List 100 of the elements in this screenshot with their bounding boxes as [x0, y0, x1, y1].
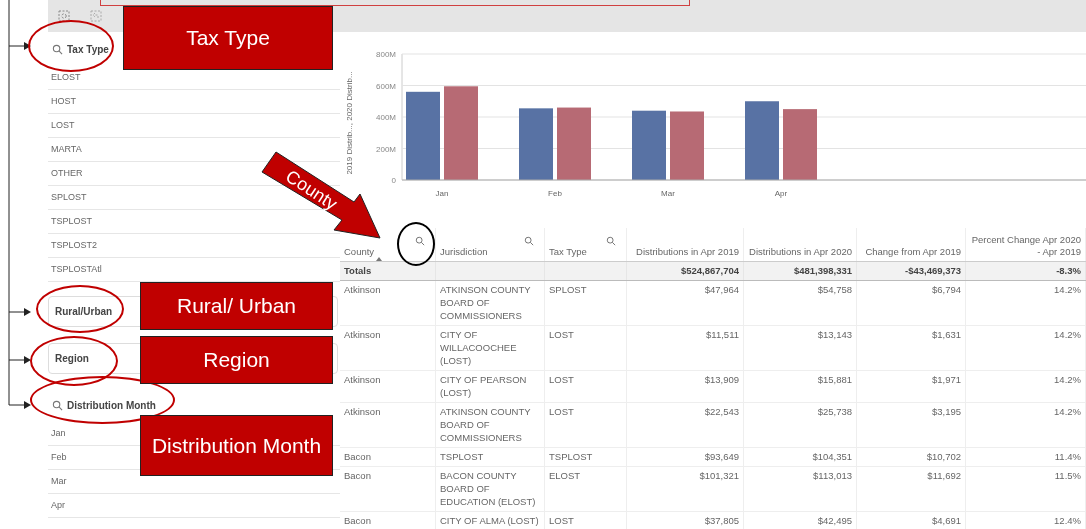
table-cell: $93,649 — [704, 451, 739, 463]
bar — [670, 111, 704, 180]
y-tick-label: 800M — [376, 50, 396, 59]
table-cell: 11.4% — [1054, 451, 1081, 463]
table-cell: $113,013 — [813, 470, 852, 482]
table-cell: 14.2% — [1054, 406, 1081, 418]
bar — [783, 109, 817, 180]
y-axis-title: 2019 Distrib..., 2020 Distrib... — [345, 71, 354, 175]
column-header[interactable]: Change from Apr 2019 — [865, 246, 961, 258]
totals-cell: $524,867,704 — [680, 265, 739, 276]
totals-cell: Totals — [344, 265, 372, 276]
callout-label: Distribution Month — [140, 415, 333, 476]
search-icon[interactable] — [606, 236, 616, 246]
search-icon[interactable] — [52, 399, 63, 411]
totals-cell: -$43,469,373 — [905, 265, 961, 276]
x-tick-label: Apr — [774, 189, 788, 198]
table-cell: $101,321 — [699, 470, 739, 482]
table-cell: 14.2% — [1054, 284, 1081, 296]
table-cell: 14.2% — [1054, 374, 1081, 386]
callout-label: Region — [140, 336, 333, 384]
filter-list-item[interactable]: OTHER — [51, 166, 83, 181]
y-tick-label: 400M — [376, 113, 396, 122]
column-header[interactable]: Percent Change Apr 2020 - Apr 2019 — [970, 234, 1081, 258]
table-cell: $6,794 — [931, 284, 961, 296]
table-cell: $25,738 — [817, 406, 852, 418]
filter-dropdown[interactable]: Rural/Urban — [55, 304, 113, 319]
y-tick-label: 600M — [376, 81, 396, 91]
table-cell: Bacon — [344, 470, 371, 482]
column-header[interactable]: Distributions in Apr 2020 — [749, 246, 852, 258]
table-cell: ELOST — [549, 470, 581, 482]
table-cell: SPLOST — [549, 284, 587, 296]
table-cell: Bacon — [344, 515, 371, 527]
filter-list-item[interactable]: TSPLOST2 — [51, 238, 97, 253]
filter-title[interactable]: Tax Type — [67, 41, 109, 57]
table-cell: LOST — [549, 329, 574, 341]
table-cell: BACON COUNTY BOARD OF EDUCATION (ELOST) — [440, 470, 536, 508]
filter-list-item[interactable]: Feb — [51, 450, 67, 465]
selection-tool-icon[interactable] — [58, 10, 70, 22]
filter-title[interactable]: Distribution Month — [67, 397, 156, 413]
search-icon[interactable] — [524, 236, 534, 246]
table-cell: CITY OF PEARSON (LOST) — [440, 374, 527, 399]
filter-list-item[interactable]: HOST — [51, 94, 76, 109]
table-cell: CITY OF WILLACOOCHEE (LOST) — [440, 329, 517, 367]
table-cell: Bacon — [344, 451, 371, 463]
table-cell: $22,543 — [704, 406, 739, 418]
table-cell: $37,805 — [704, 515, 739, 527]
table-cell: LOST — [549, 406, 574, 418]
table-cell: $13,143 — [817, 329, 852, 341]
y-tick-label: 200M — [376, 144, 396, 154]
highlight-circle — [397, 222, 435, 266]
table-cell: $4,691 — [931, 515, 961, 527]
callout-label: Rural/ Urban — [140, 282, 333, 330]
filter-dropdown[interactable]: Region — [55, 351, 89, 366]
table-cell: $104,351 — [812, 451, 852, 463]
filter-list-item[interactable]: TSPLOST — [51, 214, 92, 229]
filter-list-item[interactable]: SPLOST — [51, 190, 87, 205]
table-cell: $1,631 — [931, 329, 961, 341]
column-header[interactable]: County — [344, 246, 375, 258]
filter-list-item[interactable]: Apr — [51, 498, 65, 513]
table-cell: 12.4% — [1054, 515, 1081, 527]
bar — [519, 108, 553, 180]
callout-label: Tax Type — [123, 6, 333, 70]
table-cell: $15,881 — [817, 374, 852, 386]
table-cell: $42,495 — [817, 515, 852, 527]
x-tick-label: Jan — [435, 189, 449, 198]
table-cell: TSPLOST — [549, 451, 593, 463]
bar — [632, 110, 666, 180]
table-cell: Atkinson — [344, 329, 381, 341]
table-cell: $11,511 — [706, 329, 739, 341]
filter-list-item[interactable]: MARTA — [51, 142, 82, 157]
table-cell: Atkinson — [344, 284, 381, 296]
totals-cell: $481,398,331 — [793, 265, 852, 276]
table-cell: $54,758 — [817, 284, 852, 296]
table-cell: CITY OF ALMA (LOST) — [440, 515, 539, 527]
x-tick-label: Feb — [548, 189, 562, 198]
table-cell: 14.2% — [1054, 329, 1081, 341]
table-cell: $10,702 — [926, 451, 961, 463]
table-cell: TSPLOST — [440, 451, 484, 463]
table-cell: $11,692 — [927, 470, 961, 482]
table-cell: Atkinson — [344, 406, 381, 418]
table-cell: $1,971 — [931, 374, 961, 386]
column-header[interactable]: Distributions in Apr 2019 — [636, 246, 739, 258]
filter-list-item[interactable]: Mar — [51, 474, 67, 489]
filter-list-item[interactable]: ELOST — [51, 70, 81, 85]
filter-list-item[interactable]: Jan — [51, 426, 66, 441]
search-icon[interactable] — [415, 236, 425, 246]
table-cell: Atkinson — [344, 374, 381, 386]
search-icon[interactable] — [52, 43, 63, 55]
filter-list-item[interactable]: TSPLOSTAtl — [51, 262, 102, 277]
column-header[interactable]: Tax Type — [549, 246, 587, 258]
table-cell: LOST — [549, 374, 574, 386]
totals-cell: -8.3% — [1056, 265, 1081, 276]
filter-list-item[interactable]: LOST — [51, 118, 75, 133]
y-tick-label: 0 — [391, 176, 396, 185]
table-cell: ATKINSON COUNTY BOARD OF COMMISSIONERS — [440, 284, 531, 322]
table-cell: 11.5% — [1054, 470, 1081, 482]
table-cell: LOST — [549, 515, 574, 527]
table-cell: $47,964 — [704, 284, 739, 296]
x-tick-label: Mar — [661, 189, 675, 198]
column-header[interactable]: Jurisdiction — [440, 246, 488, 258]
